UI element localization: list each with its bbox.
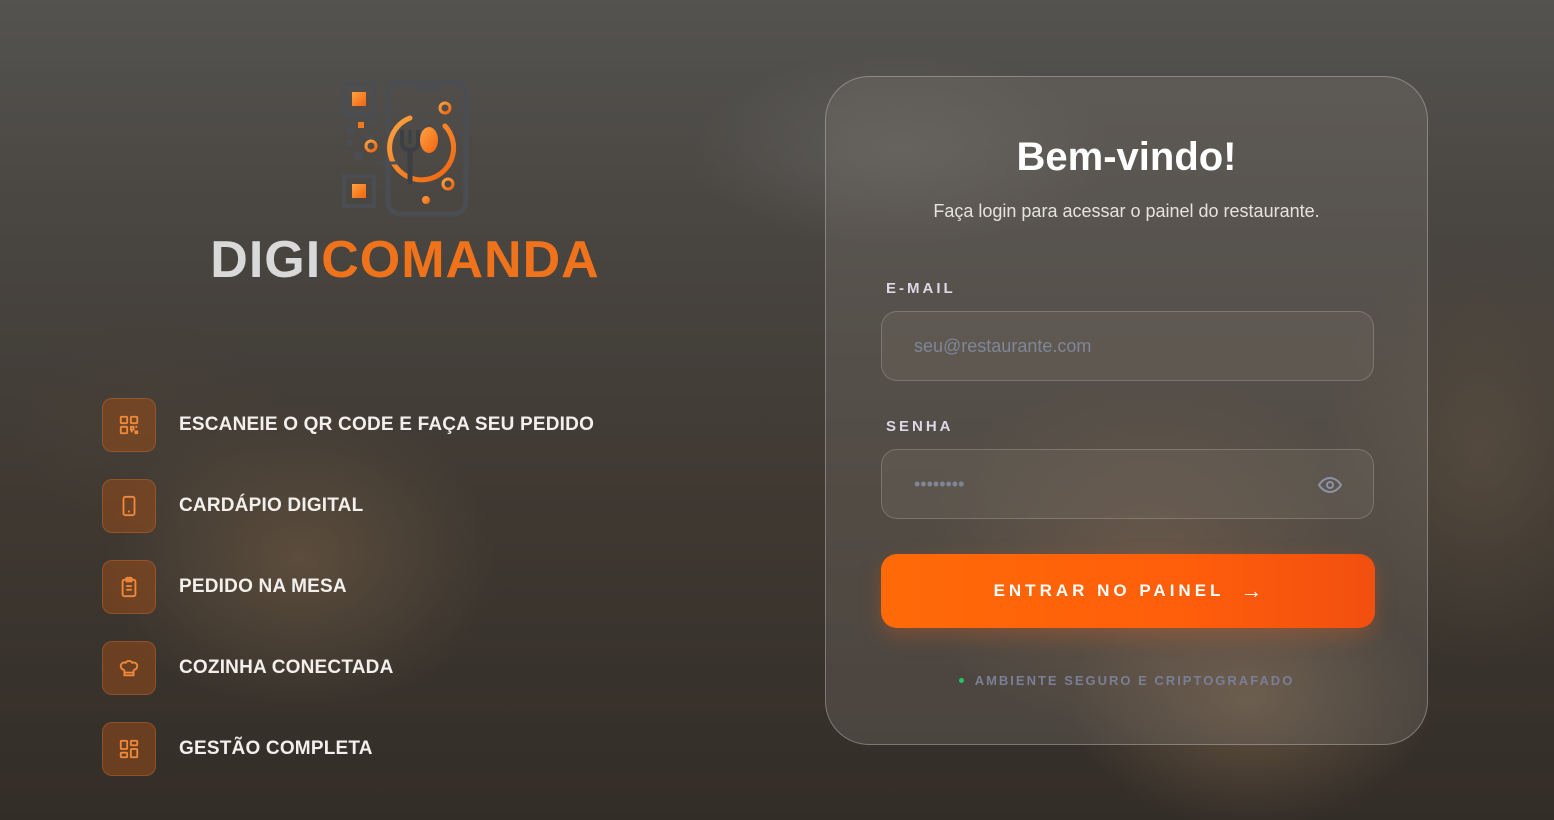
chef-hat-icon xyxy=(102,641,156,695)
secure-text: AMBIENTE SEGURO E CRIPTOGRAFADO xyxy=(974,673,1295,688)
brand-area: DIGICOMANDA xyxy=(200,74,610,294)
brand-name-first: DIGI xyxy=(210,231,322,289)
smartphone-icon xyxy=(102,479,156,533)
email-label: E-MAIL xyxy=(886,280,956,297)
login-card: Bem-vindo! Faça login para acessar o pai… xyxy=(825,76,1428,745)
password-label: SENHA xyxy=(886,418,954,435)
arrow-right-icon: → xyxy=(1240,578,1263,603)
feature-item-digital-menu: CARDÁPIO DIGITAL xyxy=(102,479,594,533)
eye-icon[interactable] xyxy=(1317,473,1343,497)
feature-item-kitchen: COZINHA CONECTADA xyxy=(102,641,594,695)
email-field[interactable] xyxy=(882,312,1373,380)
login-subtitle: Faça login para acessar o painel do rest… xyxy=(933,201,1320,221)
qr-code-icon xyxy=(102,398,156,452)
feature-label: CARDÁPIO DIGITAL xyxy=(179,495,364,516)
feature-item-table-order: PEDIDO NA MESA xyxy=(102,560,594,614)
login-title: Bem-vindo! xyxy=(1016,135,1237,179)
submit-label: ENTRAR NO PAINEL xyxy=(993,581,1225,600)
dashboard-grid-icon xyxy=(102,722,156,776)
status-dot-icon xyxy=(958,678,964,684)
clipboard-icon xyxy=(102,560,156,614)
brand-name-second: COMANDA xyxy=(321,231,600,289)
password-field-container xyxy=(881,449,1374,519)
secure-notice: AMBIENTE SEGURO E CRIPTOGRAFADO xyxy=(826,673,1427,688)
feature-list: ESCANEIE O QR CODE E FAÇA SEU PEDIDO CAR… xyxy=(102,398,594,803)
feature-label: PEDIDO NA MESA xyxy=(179,576,347,597)
login-submit-button[interactable]: ENTRAR NO PAINEL → xyxy=(881,554,1375,628)
qr-phone-fork-spoon-logo xyxy=(342,79,469,217)
email-field-container xyxy=(881,311,1374,381)
feature-label: GESTÃO COMPLETA xyxy=(179,738,373,759)
feature-label: COZINHA CONECTADA xyxy=(179,657,394,678)
feature-label: ESCANEIE O QR CODE E FAÇA SEU PEDIDO xyxy=(179,414,595,435)
password-field[interactable] xyxy=(882,450,1373,518)
feature-item-qr-code: ESCANEIE O QR CODE E FAÇA SEU PEDIDO xyxy=(102,398,594,452)
brand-name: DIGICOMANDA xyxy=(200,230,610,290)
feature-item-management: GESTÃO COMPLETA xyxy=(102,722,594,776)
